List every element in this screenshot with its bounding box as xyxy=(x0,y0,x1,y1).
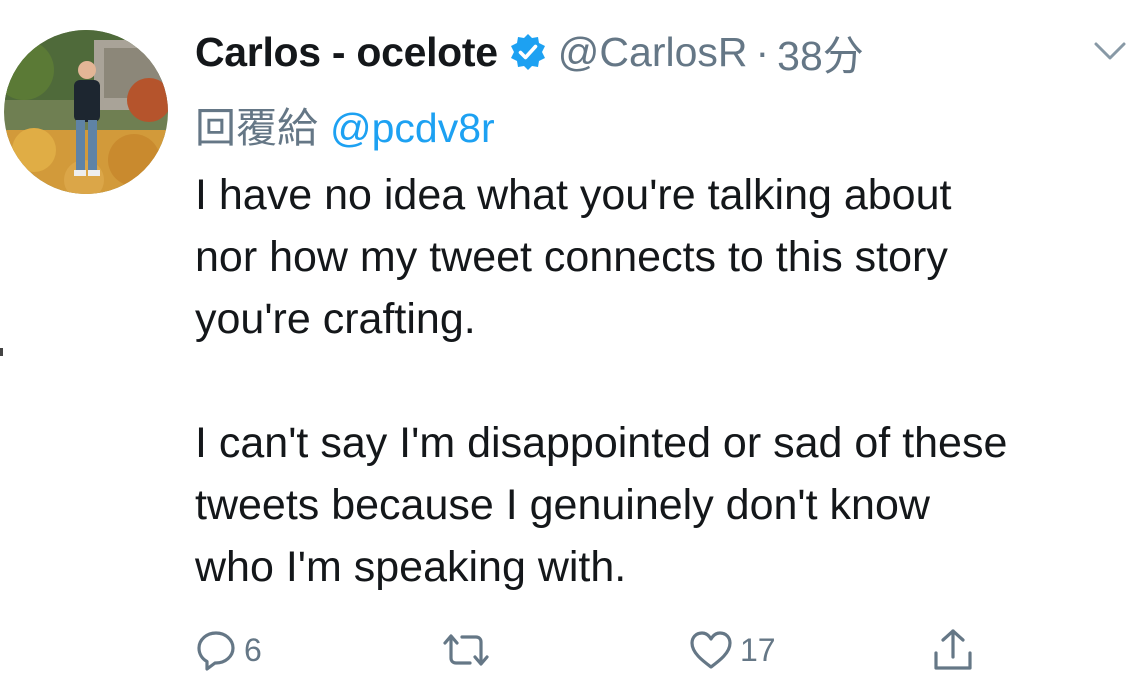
reply-count: 6 xyxy=(244,631,262,668)
chevron-down-icon[interactable] xyxy=(1093,38,1127,64)
separator-dot: · xyxy=(755,28,770,75)
heart-icon xyxy=(688,628,734,672)
retweet-button[interactable] xyxy=(440,620,498,680)
like-button[interactable]: 17 xyxy=(688,620,776,680)
like-count: 17 xyxy=(740,631,776,668)
reply-button[interactable]: 6 xyxy=(194,620,262,680)
tweet-actions: 6 17 xyxy=(0,620,1148,680)
avatar-photo xyxy=(4,30,168,194)
reply-context: 回覆給 @pcdv8r xyxy=(195,94,495,154)
reply-label: 回覆給 xyxy=(195,105,318,151)
verified-badge-icon xyxy=(508,32,548,72)
user-handle[interactable]: @CarlosR xyxy=(558,29,748,76)
tweet-time[interactable]: 38分 xyxy=(777,22,864,82)
tweet-paragraph: I have no idea what you're talking about… xyxy=(195,171,952,343)
reply-icon xyxy=(194,628,238,672)
avatar[interactable] xyxy=(4,30,168,194)
edge-artifact xyxy=(0,348,3,356)
tweet-header: Carlos - ocelote @CarlosR · 38分 xyxy=(195,22,864,82)
reply-handle-link[interactable]: @pcdv8r xyxy=(330,105,495,151)
tweet-paragraph: I can't say I'm disappointed or sad of t… xyxy=(195,419,1008,591)
display-name[interactable]: Carlos - ocelote xyxy=(195,29,498,76)
tweet-body: I have no idea what you're talking about… xyxy=(195,164,1135,598)
retweet-icon xyxy=(440,628,492,672)
share-icon xyxy=(930,627,976,673)
share-button[interactable] xyxy=(930,620,976,680)
